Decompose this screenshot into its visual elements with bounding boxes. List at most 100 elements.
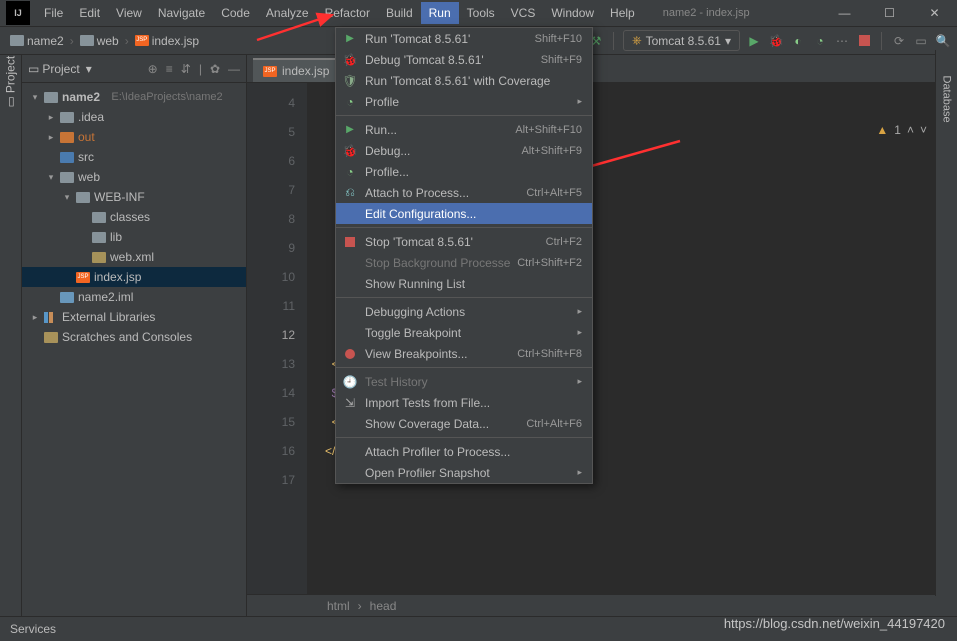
stop-icon bbox=[342, 234, 358, 250]
select-opened-file-icon[interactable]: ⊕ bbox=[148, 62, 158, 76]
debug-button[interactable]: 🐞 bbox=[768, 33, 784, 49]
collapse-all-icon[interactable]: ⇵ bbox=[181, 62, 191, 76]
tree-src-folder[interactable]: src bbox=[22, 147, 246, 167]
crumb-head[interactable]: head bbox=[370, 599, 397, 613]
profile-button[interactable]: ◔ bbox=[812, 33, 828, 49]
tree-webxml-file[interactable]: web.xml bbox=[22, 247, 246, 267]
menu-vcs[interactable]: VCS bbox=[503, 2, 544, 24]
shield-icon: 🛡 bbox=[342, 73, 358, 89]
update-vcs-icon[interactable]: ⟳ bbox=[891, 33, 907, 49]
tree-lib-folder[interactable]: lib bbox=[22, 227, 246, 247]
services-tool-button[interactable]: Services bbox=[10, 622, 56, 636]
tree-out-folder[interactable]: ▸out bbox=[22, 127, 246, 147]
jsp-icon: JSP bbox=[76, 272, 90, 283]
tree-indexjsp-file[interactable]: JSPindex.jsp bbox=[22, 267, 246, 287]
run-button[interactable]: ▶ bbox=[746, 33, 762, 49]
breadcrumb-web[interactable]: web bbox=[76, 32, 123, 50]
menu-tools[interactable]: Tools bbox=[459, 2, 503, 24]
project-sidebar: ▭Project▾ ⊕ ≡ ⇵ | ✿ — ▾name2 E:\IdeaProj… bbox=[22, 55, 247, 616]
minimize-button[interactable]: — bbox=[822, 0, 867, 27]
menu-item-label: Profile bbox=[365, 95, 570, 109]
inspection-widget[interactable]: ▲ 1 ˄ ˅ bbox=[876, 123, 927, 137]
menu-item-toggle-breakpoint[interactable]: Toggle Breakpoint▸ bbox=[336, 322, 592, 343]
menu-item-debug-tomcat-8-5-61[interactable]: 🐞Debug 'Tomcat 8.5.61'Shift+F9 bbox=[336, 49, 592, 70]
tree-web-folder[interactable]: ▾web bbox=[22, 167, 246, 187]
tree-classes-folder[interactable]: classes bbox=[22, 207, 246, 227]
menu-item-edit-configurations[interactable]: Edit Configurations... bbox=[336, 203, 592, 224]
hide-icon[interactable]: — bbox=[228, 62, 240, 76]
menu-item-run-tomcat-8-5-61-with-coverage[interactable]: 🛡 Run 'Tomcat 8.5.61' with Coverage bbox=[336, 70, 592, 91]
maximize-button[interactable]: ☐ bbox=[867, 0, 912, 27]
tree-scratches[interactable]: Scratches and Consoles bbox=[22, 327, 246, 347]
menu-build[interactable]: Build bbox=[378, 2, 421, 24]
menu-item-label: Run 'Tomcat 8.5.61' with Coverage bbox=[365, 74, 582, 88]
menu-item-show-running-list[interactable]: Show Running List bbox=[336, 273, 592, 294]
tree-iml-file[interactable]: name2.iml bbox=[22, 287, 246, 307]
breadcrumb-file[interactable]: JSPindex.jsp bbox=[131, 32, 203, 50]
prev-highlight-icon[interactable]: ˄ bbox=[907, 123, 914, 137]
menu-edit[interactable]: Edit bbox=[71, 2, 108, 24]
project-tree[interactable]: ▾name2 E:\IdeaProjects\name2 ▸.idea ▸out… bbox=[22, 83, 246, 351]
folder-icon bbox=[60, 112, 74, 123]
menu-help[interactable]: Help bbox=[602, 2, 643, 24]
menu-item-profile[interactable]: ◔Profile... bbox=[336, 161, 592, 182]
menu-item-stop-tomcat-8-5-61[interactable]: Stop 'Tomcat 8.5.61'Ctrl+F2 bbox=[336, 231, 592, 252]
app-logo: IJ bbox=[6, 1, 30, 25]
menu-navigate[interactable]: Navigate bbox=[150, 2, 213, 24]
more-run-icon[interactable]: ⋯ bbox=[834, 33, 850, 49]
project-view-selector[interactable]: ▭Project▾ bbox=[28, 62, 92, 76]
breadcrumb-root[interactable]: name2 bbox=[6, 32, 68, 50]
menu-item-view-breakpoints[interactable]: View Breakpoints...Ctrl+Shift+F8 bbox=[336, 343, 592, 364]
menu-item-attach-profiler-to-process[interactable]: Attach Profiler to Process... bbox=[336, 441, 592, 462]
web-folder-icon bbox=[60, 172, 74, 183]
project-tool-button[interactable]: ▭Project bbox=[4, 87, 18, 108]
tree-project-root[interactable]: ▾name2 E:\IdeaProjects\name2 bbox=[22, 87, 246, 107]
menu-item-label: Open Profiler Snapshot bbox=[365, 466, 570, 480]
menu-item-run[interactable]: ▶Run...Alt+Shift+F10 bbox=[336, 119, 592, 140]
project-structure-icon[interactable]: ▭ bbox=[913, 33, 929, 49]
menu-file[interactable]: File bbox=[36, 2, 71, 24]
tree-idea-folder[interactable]: ▸.idea bbox=[22, 107, 246, 127]
menu-refactor[interactable]: Refactor bbox=[317, 2, 378, 24]
project-header: ▭Project▾ ⊕ ≡ ⇵ | ✿ — bbox=[22, 55, 246, 83]
left-tool-strip: ▭Project bbox=[0, 55, 22, 616]
expand-all-icon[interactable]: ≡ bbox=[166, 62, 173, 76]
menu-item-attach-to-process[interactable]: ⎌Attach to Process...Ctrl+Alt+F5 bbox=[336, 182, 592, 203]
submenu-arrow-icon: ▸ bbox=[577, 467, 582, 478]
menu-item-import-tests-from-file[interactable]: ⇲Import Tests from File... bbox=[336, 392, 592, 413]
menu-item-stop-background-processes: Stop Background Processes...Ctrl+Shift+F… bbox=[336, 252, 592, 273]
database-tool-button[interactable]: Database bbox=[941, 76, 953, 97]
menu-shortcut: Ctrl+F2 bbox=[546, 236, 582, 248]
menu-item-open-profiler-snapshot[interactable]: Open Profiler Snapshot ▸ bbox=[336, 462, 592, 483]
bug-icon: 🐞 bbox=[342, 52, 358, 68]
next-highlight-icon[interactable]: ˅ bbox=[920, 123, 927, 137]
menu-item-debug[interactable]: 🐞Debug...Alt+Shift+F9 bbox=[336, 140, 592, 161]
settings-icon[interactable]: ✿ bbox=[210, 62, 220, 76]
menu-run[interactable]: Run bbox=[421, 2, 459, 24]
menu-item-debugging-actions[interactable]: Debugging Actions▸ bbox=[336, 301, 592, 322]
search-everywhere-icon[interactable]: 🔍 bbox=[935, 33, 951, 49]
menu-item-label: Attach Profiler to Process... bbox=[365, 445, 582, 459]
run-config-selector[interactable]: ⎈ Tomcat 8.5.61 ▾ bbox=[623, 30, 740, 51]
coverage-button[interactable]: ◐ bbox=[790, 33, 806, 49]
close-button[interactable]: ✕ bbox=[912, 0, 957, 27]
play-icon: ▶ bbox=[342, 122, 358, 138]
stop-button[interactable] bbox=[856, 33, 872, 49]
separator bbox=[881, 32, 882, 50]
menu-view[interactable]: View bbox=[108, 2, 150, 24]
iml-icon bbox=[60, 292, 74, 303]
line-gutter[interactable]: 4567891011121314151617 bbox=[247, 83, 307, 594]
tree-external-libraries[interactable]: ▸External Libraries bbox=[22, 307, 246, 327]
tree-webinf-folder[interactable]: ▾WEB-INF bbox=[22, 187, 246, 207]
menu-item-label: Debug 'Tomcat 8.5.61' bbox=[365, 53, 534, 67]
menu-analyze[interactable]: Analyze bbox=[258, 2, 317, 24]
menu-window[interactable]: Window bbox=[543, 2, 602, 24]
menu-item-run-tomcat-8-5-61[interactable]: ▶Run 'Tomcat 8.5.61'Shift+F10 bbox=[336, 28, 592, 49]
library-icon bbox=[44, 312, 58, 323]
menu-item-profile[interactable]: ◔Profile▸ bbox=[336, 91, 592, 112]
menu-item-show-coverage-data[interactable]: Show Coverage Data...Ctrl+Alt+F6 bbox=[336, 413, 592, 434]
menu-code[interactable]: Code bbox=[213, 2, 258, 24]
source-folder-icon bbox=[60, 152, 74, 163]
crumb-html[interactable]: html bbox=[327, 599, 350, 613]
watermark-url: https://blog.csdn.net/weixin_44197420 bbox=[724, 616, 945, 631]
